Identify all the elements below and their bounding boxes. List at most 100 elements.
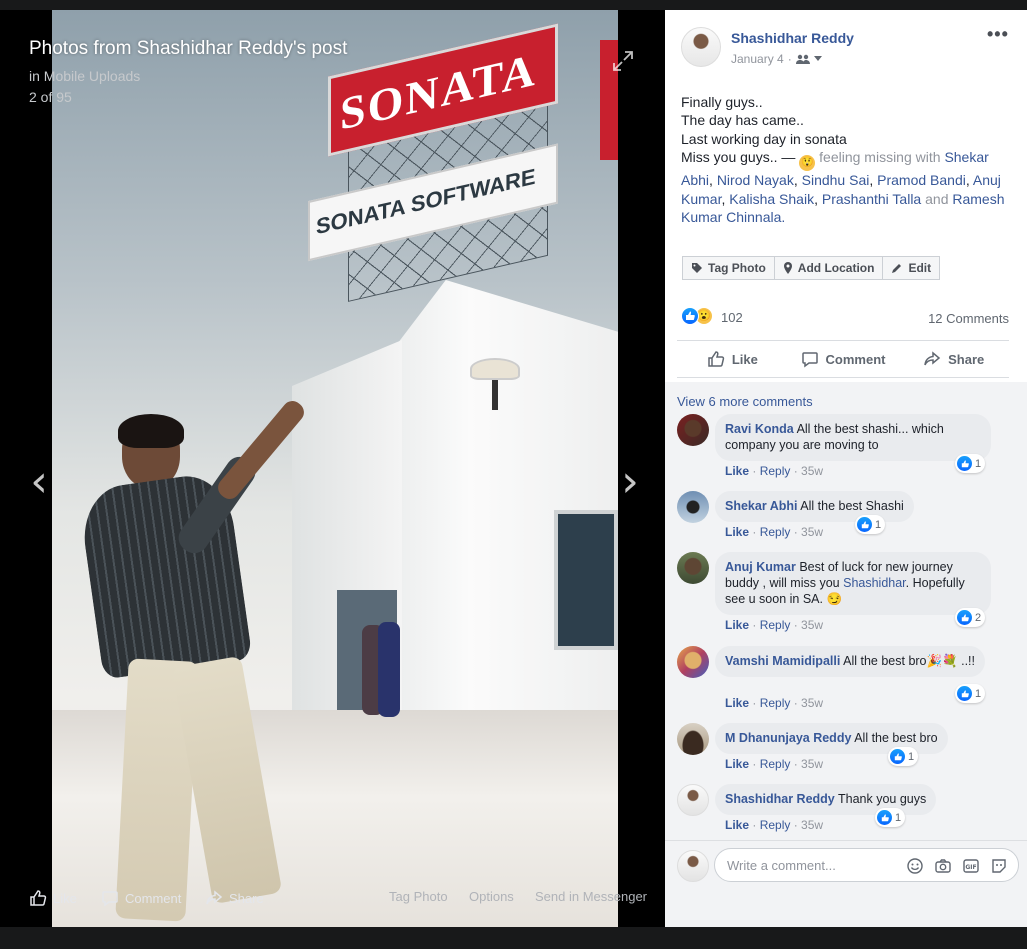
- like-reaction-icon: [857, 517, 872, 532]
- comment-reply-link[interactable]: Reply: [760, 525, 791, 539]
- expand-icon[interactable]: [612, 50, 634, 72]
- send-in-messenger-link[interactable]: Send in Messenger: [535, 889, 647, 904]
- share-button[interactable]: Share: [898, 341, 1009, 377]
- tagged-friend-link[interactable]: Kalisha Shaik: [729, 191, 814, 207]
- author-avatar[interactable]: [681, 27, 721, 67]
- add-location-button[interactable]: Add Location: [774, 256, 884, 280]
- comment-like-count[interactable]: 2: [955, 608, 986, 627]
- comment-like-count[interactable]: 1: [955, 454, 986, 473]
- gif-icon[interactable]: GIF: [962, 857, 980, 875]
- comment-reply-link[interactable]: Reply: [760, 757, 791, 771]
- emoji-icon[interactable]: [906, 857, 924, 875]
- tagged-friend-link[interactable]: Sindhu Sai: [802, 172, 870, 188]
- comment-meta: Like · Reply · 35w: [725, 818, 824, 832]
- reactions-summary[interactable]: 😮 102 12 Comments: [681, 307, 1009, 329]
- photo-title: Photos from Shashidhar Reddy's post: [29, 38, 348, 59]
- comment-like-count[interactable]: 1: [888, 747, 919, 766]
- pencil-icon: [892, 264, 902, 273]
- commenter-avatar[interactable]: [677, 646, 709, 678]
- like-reaction-icon: [957, 686, 972, 701]
- chevron-down-icon[interactable]: [813, 56, 822, 62]
- commenter-avatar[interactable]: [677, 414, 709, 446]
- more-options-icon[interactable]: •••: [987, 24, 1009, 45]
- comment-reply-link[interactable]: Reply: [760, 818, 791, 832]
- current-user-avatar: [677, 850, 709, 882]
- commenter-avatar[interactable]: [677, 491, 709, 523]
- comment-text: All the best bro🎉💐 ..!!: [843, 654, 975, 668]
- tagged-friend-link[interactable]: Prashanthi Talla: [822, 191, 921, 207]
- comment-meta: Like · Reply · 35w: [725, 618, 824, 632]
- edit-button[interactable]: Edit: [883, 256, 941, 280]
- photo-like-label: Like: [53, 890, 77, 906]
- photo-like-button[interactable]: Like: [29, 889, 77, 907]
- post-line: Last working day in sonata: [681, 130, 847, 147]
- options-link[interactable]: Options: [469, 889, 514, 904]
- commenter-name[interactable]: Anuj Kumar: [725, 560, 796, 574]
- next-photo-button[interactable]: ›: [615, 458, 645, 506]
- photo-header: Photos from Shashidhar Reddy's post in M…: [29, 38, 347, 105]
- comment-text: All the best Shashi: [800, 499, 904, 513]
- sonata-sign: SONATA SONATA SOFTWARE: [308, 10, 558, 307]
- photo-viewer: SONATA SONATA SOFTWARE Photos from Shash…: [0, 10, 665, 927]
- comment-meta: Like · Reply · 35w: [725, 464, 824, 478]
- comment-like-link[interactable]: Like: [725, 757, 749, 771]
- comment-reply-link[interactable]: Reply: [760, 618, 791, 632]
- like-button[interactable]: Like: [677, 341, 788, 377]
- album-link[interactable]: in Mobile Uploads: [29, 68, 347, 84]
- commenter-avatar[interactable]: [677, 723, 709, 755]
- comment-time[interactable]: 35w: [801, 696, 823, 710]
- photo-share-button[interactable]: Share: [205, 889, 264, 907]
- comment-bubble: Anuj Kumar Best of luck for new journey …: [715, 552, 991, 615]
- photo[interactable]: SONATA SONATA SOFTWARE: [52, 10, 618, 927]
- comment-like-count[interactable]: 1: [955, 684, 986, 703]
- post-action-buttons: Tag Photo Add Location Edit: [682, 256, 941, 280]
- tagged-friend-link[interactable]: Pramod Bandi: [877, 172, 966, 188]
- previous-photo-button[interactable]: ‹: [24, 458, 54, 506]
- comment-time[interactable]: 35w: [801, 618, 823, 632]
- post-feeling-line: Miss you guys.. — 😲 feeling missing with…: [681, 149, 1005, 226]
- comment-time[interactable]: 35w: [801, 464, 823, 478]
- comment-like-link[interactable]: Like: [725, 696, 749, 710]
- mention-link[interactable]: Shashidhar: [843, 576, 906, 590]
- comment-like-count[interactable]: 1: [855, 515, 886, 534]
- comments-count-link[interactable]: 12 Comments: [928, 311, 1009, 326]
- comment-input[interactable]: Write a comment... GIF: [714, 848, 1019, 882]
- tag-photo-button[interactable]: Tag Photo: [682, 256, 775, 280]
- comment-time[interactable]: 35w: [801, 818, 823, 832]
- commenter-name[interactable]: Shekar Abhi: [725, 499, 797, 513]
- commenter-name[interactable]: Vamshi Mamidipalli: [725, 654, 840, 668]
- photo-comment-button[interactable]: Comment: [101, 889, 181, 907]
- post-date-text[interactable]: January 4: [731, 52, 784, 66]
- commenter-avatar[interactable]: [677, 784, 709, 816]
- svg-text:GIF: GIF: [965, 864, 976, 871]
- friends-audience-icon[interactable]: [795, 54, 810, 64]
- comment-like-link[interactable]: Like: [725, 525, 749, 539]
- comment-reply-link[interactable]: Reply: [760, 464, 791, 478]
- comment-reply-link[interactable]: Reply: [760, 696, 791, 710]
- commenter-name[interactable]: Ravi Konda: [725, 422, 794, 436]
- like-reaction-icon: [890, 749, 905, 764]
- comment-time[interactable]: 35w: [801, 525, 823, 539]
- sticker-icon[interactable]: [990, 857, 1008, 875]
- view-more-comments-link[interactable]: View 6 more comments: [677, 394, 813, 409]
- author-name[interactable]: Shashidhar Reddy: [731, 30, 854, 46]
- comment-like-count[interactable]: 1: [875, 808, 906, 827]
- tagged-friend-link[interactable]: Nirod Nayak: [717, 172, 794, 188]
- comment-like-link[interactable]: Like: [725, 618, 749, 632]
- notice-board: [554, 510, 618, 650]
- comment-like-link[interactable]: Like: [725, 464, 749, 478]
- commenter-avatar[interactable]: [677, 552, 709, 584]
- tag-photo-link[interactable]: Tag Photo: [389, 889, 448, 904]
- commenter-name[interactable]: Shashidhar Reddy: [725, 792, 835, 806]
- post-like-comment-share-bar: Like Comment Share: [677, 340, 1009, 378]
- comment-button[interactable]: Comment: [788, 341, 899, 377]
- like-reaction-icon: [877, 810, 892, 825]
- comment-like-link[interactable]: Like: [725, 818, 749, 832]
- comment-time[interactable]: 35w: [801, 757, 823, 771]
- share-icon: [206, 890, 223, 905]
- post-panel: Shashidhar Reddy January 4 · ••• Finally…: [665, 10, 1027, 927]
- camera-icon[interactable]: [934, 857, 952, 875]
- like-reaction-icon: [681, 307, 699, 325]
- commenter-name[interactable]: M Dhanunjaya Reddy: [725, 731, 851, 745]
- comment-meta: Like · Reply · 35w: [725, 696, 824, 710]
